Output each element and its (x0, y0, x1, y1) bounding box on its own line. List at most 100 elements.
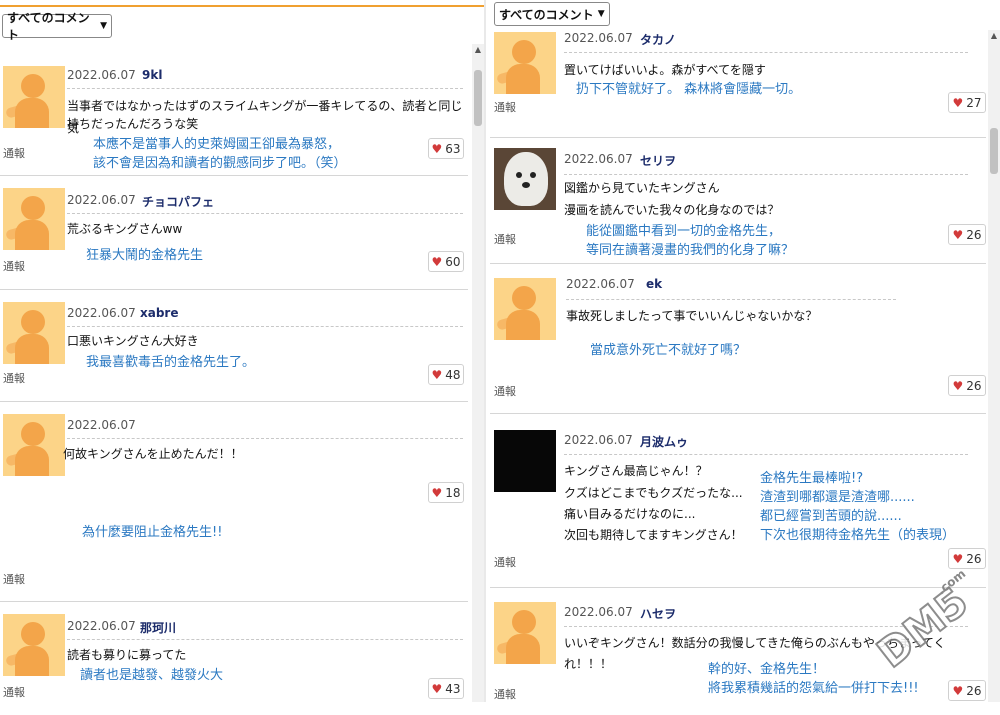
report-link[interactable]: 通報 (3, 684, 25, 700)
comment-item: 2022.06.07 タカノ 置いてけばいいよ。森がすべてを隠す 扔下不管就好了… (490, 26, 986, 138)
comment-item: 2022.06.07 何故キングさんを止めたんだ！！ ♥ 18 為什麼要阻止金格先… (0, 402, 468, 602)
report-link[interactable]: 通報 (494, 99, 516, 115)
comment-username[interactable]: ek (646, 277, 662, 291)
comment-text-line: 痛い目みるだけなのに... (564, 507, 696, 521)
like-count: 26 (966, 378, 982, 393)
heart-icon: ♥ (952, 227, 964, 242)
comment-username[interactable]: セリヲ (640, 152, 676, 169)
like-button[interactable]: ♥ 26 (948, 375, 986, 396)
comment-username[interactable]: ハセヲ (640, 605, 676, 622)
scroll-thumb[interactable] (474, 70, 482, 126)
like-count: 26 (966, 551, 982, 566)
comment-username[interactable]: タカノ (640, 31, 676, 48)
comment-username[interactable]: 那珂川 (140, 619, 176, 636)
comment-text-line: 漫画を読んでいた我々の化身なのでは？ (564, 203, 780, 217)
comment-date: 2022.06.07 (67, 68, 136, 82)
avatar (494, 148, 556, 210)
header-divider (566, 299, 896, 300)
comment-date: 2022.06.07 (564, 31, 633, 45)
scroll-thumb[interactable] (990, 128, 998, 174)
header-divider (67, 438, 463, 439)
comment-text-line: 次回も期待してますキングさん！ (564, 528, 743, 542)
chevron-down-icon: ▼ (100, 21, 107, 31)
sort-dropdown-label: すべてのコメント (499, 7, 594, 22)
report-link[interactable]: 通報 (494, 554, 516, 570)
comment-date: 2022.06.07 (67, 619, 136, 633)
heart-icon: ♥ (952, 95, 964, 110)
header-divider (564, 454, 968, 455)
like-button[interactable]: ♥ 27 (948, 92, 986, 113)
comment-text-line: 事故死しましたって事でいいんじゃないかな？ (566, 309, 818, 323)
comment-translation: 本應不是當事人的史萊姆國王卻最為暴怒， 該不會是因為和讀者的觀感同步了吧。（笑） (93, 137, 347, 171)
comment-translation: 為什麼要阻止金格先生!! (82, 525, 223, 540)
like-count: 60 (445, 254, 461, 269)
avatar (3, 302, 65, 364)
like-button[interactable]: ♥ 63 (428, 138, 464, 159)
comment-item: 2022.06.07 9kl 当事者ではなかったはずのスライムキングが一番キレて… (0, 54, 468, 176)
comment-text-line: 図鑑から見ていたキングさん (564, 181, 720, 195)
header-divider (67, 213, 463, 214)
comment-text-line: キングさん最高じゃん！？ (564, 464, 708, 478)
comment-date: 2022.06.07 (564, 605, 633, 619)
left-scrollbar[interactable]: ▲ (472, 44, 484, 702)
like-button[interactable]: ♥ 26 (948, 680, 986, 701)
header-divider (67, 326, 463, 327)
like-count: 26 (966, 227, 982, 242)
like-button[interactable]: ♥ 48 (428, 364, 464, 385)
comment-text-line: クズはどこまでもクズだったな... (564, 486, 743, 500)
report-link[interactable]: 通報 (494, 231, 516, 247)
comment-username[interactable]: チョコパフェ (142, 193, 214, 210)
like-button[interactable]: ♥ 60 (428, 251, 464, 272)
scroll-up-icon[interactable]: ▲ (988, 30, 1000, 42)
comment-date: 2022.06.07 (566, 277, 635, 291)
like-button[interactable]: ♥ 18 (428, 482, 464, 503)
avatar (494, 32, 556, 94)
left-comment-panel: すべてのコメント ▼ ▲ 2022.06.07 9kl 当事者ではなかったはずの… (0, 0, 484, 702)
avatar (3, 414, 65, 476)
heart-icon: ♥ (952, 378, 964, 393)
report-link[interactable]: 通報 (3, 145, 25, 161)
report-link[interactable]: 通報 (3, 370, 25, 386)
report-link[interactable]: 通報 (3, 571, 25, 587)
right-scrollbar[interactable]: ▲ (988, 30, 1000, 702)
heart-icon: ♥ (431, 367, 443, 382)
like-count: 63 (445, 141, 461, 156)
avatar (3, 614, 65, 676)
avatar (3, 188, 65, 250)
comment-translation: 能從圖鑑中看到一切的金格先生， 等同在讀著漫畫的我們的化身了嘛？ (586, 224, 795, 258)
avatar (494, 278, 556, 340)
comment-date: 2022.06.07 (67, 306, 136, 320)
comment-item: 2022.06.07 那珂川 読者も募りに募ってた 讀者也是越發、越發火大 通報… (0, 602, 468, 702)
avatar (494, 602, 556, 664)
comment-text-line: 読者も募りに募ってた (67, 648, 187, 662)
report-link[interactable]: 通報 (494, 686, 516, 702)
like-count: 43 (445, 681, 461, 696)
header-divider (564, 52, 968, 53)
like-button[interactable]: ♥ 43 (428, 678, 464, 699)
report-link[interactable]: 通報 (3, 258, 25, 274)
sort-dropdown[interactable]: すべてのコメント ▼ (2, 11, 112, 42)
heart-icon: ♥ (431, 254, 443, 269)
like-count: 18 (445, 485, 461, 500)
comment-date: 2022.06.07 (67, 418, 136, 432)
comment-translation: 狂暴大鬧的金格先生 (86, 248, 204, 263)
heart-icon: ♥ (431, 485, 443, 500)
avatar (3, 66, 65, 128)
comment-text-line: 持ちだったんだろうな笑 (67, 117, 199, 131)
sort-dropdown-label: すべてのコメント (7, 11, 90, 42)
comment-username[interactable]: 月波ムゥ (640, 433, 688, 450)
sort-dropdown[interactable]: すべてのコメント ▼ (494, 2, 610, 26)
comment-item: 2022.06.07 セリヲ 図鑑から見ていたキングさん 漫画を読んでいた我々の… (490, 138, 986, 264)
comment-item: 2022.06.07 xabre 口悪いキングさん大好き 我最喜歡毒舌的金格先生… (0, 290, 468, 402)
comment-text-line: 何故キングさんを止めたんだ！！ (63, 447, 243, 461)
comment-date: 2022.06.07 (564, 433, 633, 447)
scroll-up-icon[interactable]: ▲ (472, 44, 484, 56)
comment-item: 2022.06.07 ek 事故死しましたって事でいいんじゃないかな？ 當成意外… (490, 264, 986, 414)
report-link[interactable]: 通報 (494, 383, 516, 399)
comment-translation: 讀者也是越發、越發火大 (80, 668, 224, 683)
comment-username[interactable]: 9kl (142, 68, 162, 82)
header-divider (564, 174, 968, 175)
like-button[interactable]: ♥ 26 (948, 224, 986, 245)
heart-icon: ♥ (431, 141, 443, 156)
comment-username[interactable]: xabre (140, 306, 178, 320)
